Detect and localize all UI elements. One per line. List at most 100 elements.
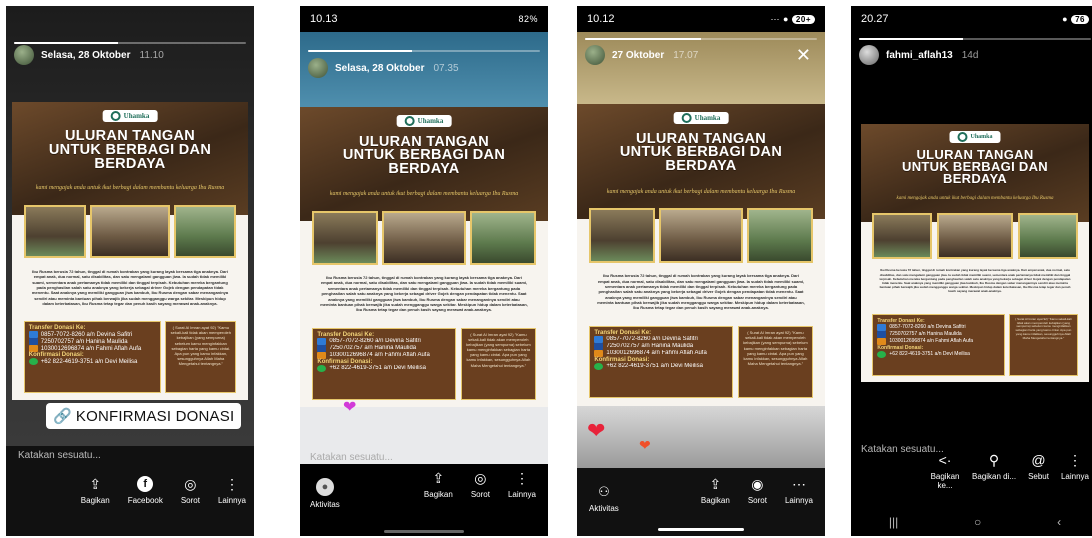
story-date: Selasa, 28 Oktober — [41, 49, 131, 61]
status-time: 10.13 — [310, 13, 338, 25]
story-action-bar: ⇪ Bagikan f Facebook ◎ Sorot ⋮ Lainnya — [6, 476, 254, 536]
donasi-row: 0857-7072-8260 a/n Devina Safitri — [317, 337, 451, 345]
link-icon: 🔗 — [53, 408, 72, 425]
back-button[interactable]: ‹ — [1057, 515, 1061, 529]
bank-icon — [877, 337, 887, 345]
story-progress-bar — [308, 50, 540, 52]
brand-name: Uhamka — [417, 117, 444, 126]
threads-share-button[interactable]: ⚲ Bagikan di... — [972, 452, 1016, 481]
more-icon: ⋮ — [1067, 452, 1082, 468]
more-button[interactable]: ⋯ Lainnya — [785, 476, 813, 505]
poster-body-text: Ibu Rusma berusia 72 tahun, tinggal di r… — [597, 273, 805, 311]
poster-title-line: BERDAYA — [665, 158, 737, 175]
home-indicator — [384, 530, 464, 533]
more-icon: ⋯ — [791, 476, 806, 492]
story-username: fahmi_aflah13 — [886, 49, 953, 61]
donasi-row: 1030012696874 a/n Fahmi Aflah Aufa — [877, 337, 999, 345]
android-nav-bar: ||| ○ ‹ — [851, 508, 1092, 536]
quran-quote-box: ( Surat Al Imran ayat 92) "Kamu sekali-k… — [461, 327, 536, 400]
status-time: 10.12 — [587, 13, 615, 25]
story-actions: ⇪ Bagikan ◎ Sorot ⋮ Lainnya — [300, 470, 548, 530]
bank-icon — [317, 351, 327, 359]
reply-input[interactable]: Katakan sesuatu... — [310, 452, 393, 463]
recent-apps-button[interactable]: ||| — [889, 515, 898, 529]
poster-title: ULURAN TANGAN UNTUK BERBAGI DAN BERDAYA — [300, 134, 548, 177]
donation-poster: Uhamka ULURAN TANGAN UNTUK BERBAGI DAN BERD… — [12, 102, 248, 400]
donasi-row: 1030012696874 a/n Fahmi Aflah Aufa — [317, 351, 451, 359]
poster-title-line: BERDAYA — [943, 171, 1007, 187]
highlight-button[interactable]: ◎ Sorot — [471, 470, 490, 499]
story-header: Selasa, 28 Oktober 11.10 — [14, 42, 246, 68]
status-icons: ⋯ ● 20+ — [770, 14, 815, 25]
uhamka-logo-icon — [110, 111, 121, 122]
brand-name: Uhamka — [970, 134, 993, 141]
donasi-row: 7250702757 a/n Hanina Maulida — [594, 342, 728, 350]
mention-button[interactable]: @ Sebut — [1028, 452, 1049, 481]
share-button[interactable]: ⇪ Bagikan — [424, 470, 453, 499]
bank-icon — [317, 344, 327, 352]
poster-title: ULURAN TANGAN UNTUK BERBAGI DAN BERDAYA — [861, 147, 1089, 187]
more-button[interactable]: ⋮ Lainnya — [508, 470, 536, 499]
more-button[interactable]: ⋮ Lainnya — [1061, 452, 1089, 481]
home-button[interactable]: ○ — [974, 515, 981, 529]
facebook-icon: f — [137, 476, 154, 492]
highlight-button[interactable]: ◉ Sorot — [748, 476, 767, 505]
highlight-icon: ◎ — [474, 470, 487, 486]
quran-quote-box: ( Surat Al Imran ayat 92) "Kamu sekali-k… — [1009, 313, 1078, 376]
story-progress-bar — [859, 38, 1091, 40]
story-background-bottom — [577, 406, 825, 468]
poster-photo — [470, 210, 536, 265]
donation-info-box: Transfer Donasi Ke: 0857-7072-8260 a/n De… — [589, 325, 734, 399]
bank-icon — [877, 323, 887, 331]
reply-input[interactable]: Katakan sesuatu... — [18, 450, 101, 461]
story-screen-3: 10.12 ⋯ ● 20+ 27 Oktober 17.07 ✕ Uhamka UL… — [577, 6, 825, 536]
poster-photo — [312, 210, 378, 265]
share-button[interactable]: ⇪ Bagikan — [81, 476, 110, 505]
avatar[interactable] — [14, 45, 34, 65]
share-icon: <· — [938, 452, 952, 468]
donasi-row: 7250702757 a/n Hanina Maulida — [877, 330, 999, 338]
poster-photo — [23, 204, 86, 259]
poster-photo — [90, 204, 170, 259]
poster-title: ULURAN TANGAN UNTUK BERBAGI DAN BERDAYA — [12, 129, 248, 172]
brand-name: Uhamka — [694, 114, 721, 123]
poster-photos — [23, 204, 237, 259]
home-indicator — [658, 528, 744, 531]
story-time: 17.07 — [673, 49, 699, 61]
poster-body-text: Ibu Rusma berusia 72 tahun, tinggal di r… — [320, 275, 528, 313]
bank-icon — [594, 342, 604, 350]
close-icon[interactable]: ✕ — [796, 46, 811, 64]
story-header: fahmi_aflah13 14d — [859, 42, 1091, 68]
donasi-row: 0857-7072-8260 a/n Devina Safitri — [877, 323, 999, 331]
share-icon: ⇪ — [89, 476, 102, 492]
donation-poster: Uhamka ULURAN TANGAN UNTUK BERBAGI DAN BERD… — [300, 107, 548, 407]
bank-icon — [28, 345, 38, 353]
link-sticker[interactable]: 🔗 KONFIRMASI DONASI — [46, 403, 242, 429]
whatsapp-icon — [877, 350, 887, 358]
avatar[interactable] — [308, 58, 328, 78]
facebook-button[interactable]: f Facebook — [128, 476, 163, 505]
poster-photo — [659, 208, 743, 263]
highlight-button[interactable]: ◎ Sorot — [181, 476, 200, 505]
poster-photo — [747, 208, 813, 263]
more-button[interactable]: ⋮ Lainnya — [218, 476, 246, 505]
status-bar: 10.13 82% — [300, 6, 548, 32]
uhamka-logo-icon — [957, 132, 968, 143]
story-screen-4: 20.27 ● 76 fahmi_aflah13 14d Uhamka ULURAN… — [851, 6, 1092, 536]
donation-poster: Uhamka ULURAN TANGAN UNTUK BERBAGI DAN BERD… — [577, 104, 825, 406]
story-time: 11.10 — [139, 49, 164, 61]
avatar[interactable] — [859, 45, 879, 65]
konfirmasi-row: +62 822-4619-3751 a/n Devi Meilisa — [317, 364, 451, 372]
avatar[interactable] — [585, 45, 605, 65]
share-button[interactable]: <· Bagikan ke... — [930, 452, 960, 490]
poster-title-line: BERDAYA — [94, 155, 166, 172]
status-bar: 10.12 ⋯ ● 20+ — [577, 6, 825, 32]
poster-photo — [174, 204, 237, 259]
more-icon: ⋮ — [514, 470, 529, 486]
story-screen-2: 10.13 82% Selasa, 28 Oktober 07.35 Uhamk… — [300, 6, 548, 536]
share-button[interactable]: ⇪ Bagikan — [701, 476, 730, 505]
donasi-row: 0857-7072-8260 a/n Devina Safitri — [594, 335, 728, 343]
bank-icon — [877, 330, 887, 338]
story-date: Selasa, 28 Oktober — [335, 62, 425, 74]
poster-subtitle: kami mengajak anda untuk ikut berbagi da… — [606, 188, 796, 195]
